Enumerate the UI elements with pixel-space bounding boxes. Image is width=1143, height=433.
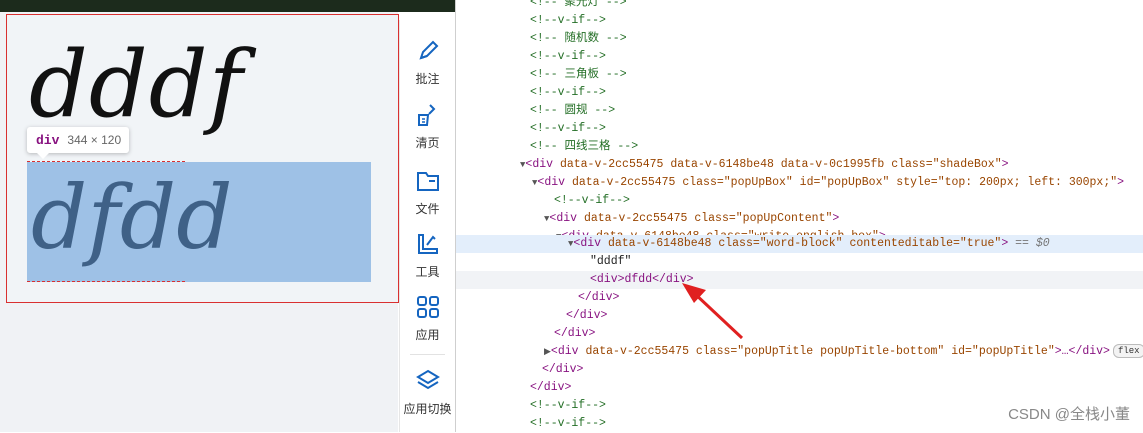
flex-badge[interactable]: flex (1112, 344, 1143, 358)
dom-node-close[interactable]: </div> (456, 361, 1143, 379)
toolbar-apps-button[interactable]: 应用 (400, 294, 455, 343)
toolbar-label: 应用 (415, 328, 440, 342)
dom-node-line[interactable]: <!-- 随机数 --> (456, 30, 1143, 48)
apps-grid-icon (416, 296, 439, 318)
dom-node-line[interactable]: <!--v-if--> (456, 48, 1143, 66)
dom-node-popuptitle-collapsed[interactable]: ▶<div data-v-2cc55475 class="popUpTitle … (456, 343, 1143, 361)
dom-node-line[interactable]: <!--v-if--> (456, 84, 1143, 102)
expand-triangle-icon[interactable]: ▼ (456, 160, 525, 170)
guide-line-dashed (27, 281, 185, 282)
toolbar-divider (410, 354, 445, 355)
layers-icon (415, 369, 440, 390)
dom-node-shadebox[interactable]: ▼<div data-v-2cc55475 data-v-6148be48 da… (456, 156, 1143, 174)
dom-node-close[interactable]: </div> (456, 289, 1143, 307)
four-line-grid-popup[interactable]: dddf dfdd (6, 14, 399, 303)
dom-node-inline-div[interactable]: <div>dfdd</div> (456, 271, 1143, 289)
expand-triangle-icon[interactable]: ▼ (456, 239, 573, 249)
toolbar-label: 清页 (415, 136, 440, 150)
ruler-tools-icon (417, 234, 438, 254)
word-block-highlight[interactable]: dfdd (27, 162, 371, 282)
toolbar-label: 工具 (415, 265, 440, 279)
toolbar-app-switch-button[interactable]: 应用切换 (400, 368, 455, 417)
dom-node-line[interactable]: <!-- 四线三格 --> (456, 138, 1143, 156)
dom-node-line[interactable]: <!-- 三角板 --> (456, 66, 1143, 84)
dom-node-close[interactable]: </div> (456, 307, 1143, 325)
pen-icon (418, 40, 438, 60)
expand-triangle-icon[interactable]: ▼ (456, 214, 549, 224)
word-text-line1[interactable]: dddf (29, 31, 244, 139)
toolbar-file-button[interactable]: 文件 (400, 168, 455, 217)
dom-node-line[interactable]: <!--v-if--> (456, 12, 1143, 30)
top-strip (0, 0, 455, 12)
dom-node-popupcontent[interactable]: ▼<div data-v-2cc55475 class="popUpConten… (456, 210, 1143, 228)
folder-icon (416, 172, 439, 191)
devtools-elements-panel: ••• <!-- 聚光灯 --> <!--v-if--> <!-- 随机数 --… (455, 0, 1143, 432)
expand-triangle-icon[interactable]: ▼ (456, 178, 537, 188)
page-viewport: dddf dfdd div 344 × 120 (0, 0, 455, 432)
toolbar-label: 应用切换 (403, 402, 452, 416)
collapse-triangle-icon[interactable]: ▶ (456, 347, 551, 357)
toolbar-annotate-button[interactable]: 批注 (400, 38, 455, 87)
dom-node-line[interactable]: <!--v-if--> (456, 120, 1143, 138)
toolbar-label: 批注 (415, 72, 440, 86)
toolbar-tools-button[interactable]: 工具 (400, 231, 455, 280)
side-toolbar: 批注 清页 文件 工具 应用 应用切换 (399, 20, 455, 432)
dom-node-line[interactable]: <!-- 聚光灯 --> (456, 0, 1143, 12)
dom-node-popupbox[interactable]: ▼<div data-v-2cc55475 class="popUpBox" i… (456, 174, 1143, 192)
dom-node-close[interactable]: </div> (456, 379, 1143, 397)
toolbar-label: 文件 (415, 202, 440, 216)
tooltip-tag: div (36, 133, 60, 148)
inspect-tooltip: div 344 × 120 (27, 127, 129, 159)
dom-node-line[interactable]: <!-- 圆规 --> (456, 102, 1143, 120)
dom-node-word-block-selected[interactable]: ▼<div data-v-6148be48 class="word-block"… (456, 235, 1143, 253)
dom-node-close[interactable]: </div> (456, 325, 1143, 343)
csdn-watermark: CSDN @全栈小董 (1008, 406, 1130, 423)
word-text-line2[interactable]: dfdd (31, 166, 233, 270)
dom-text-node[interactable]: "dddf" (456, 253, 1143, 271)
tooltip-size: 344 × 120 (67, 133, 122, 147)
toolbar-clear-page-button[interactable]: 清页 (400, 102, 455, 151)
dom-node-line[interactable]: <!--v-if--> (456, 192, 1143, 210)
broom-icon (417, 104, 435, 126)
